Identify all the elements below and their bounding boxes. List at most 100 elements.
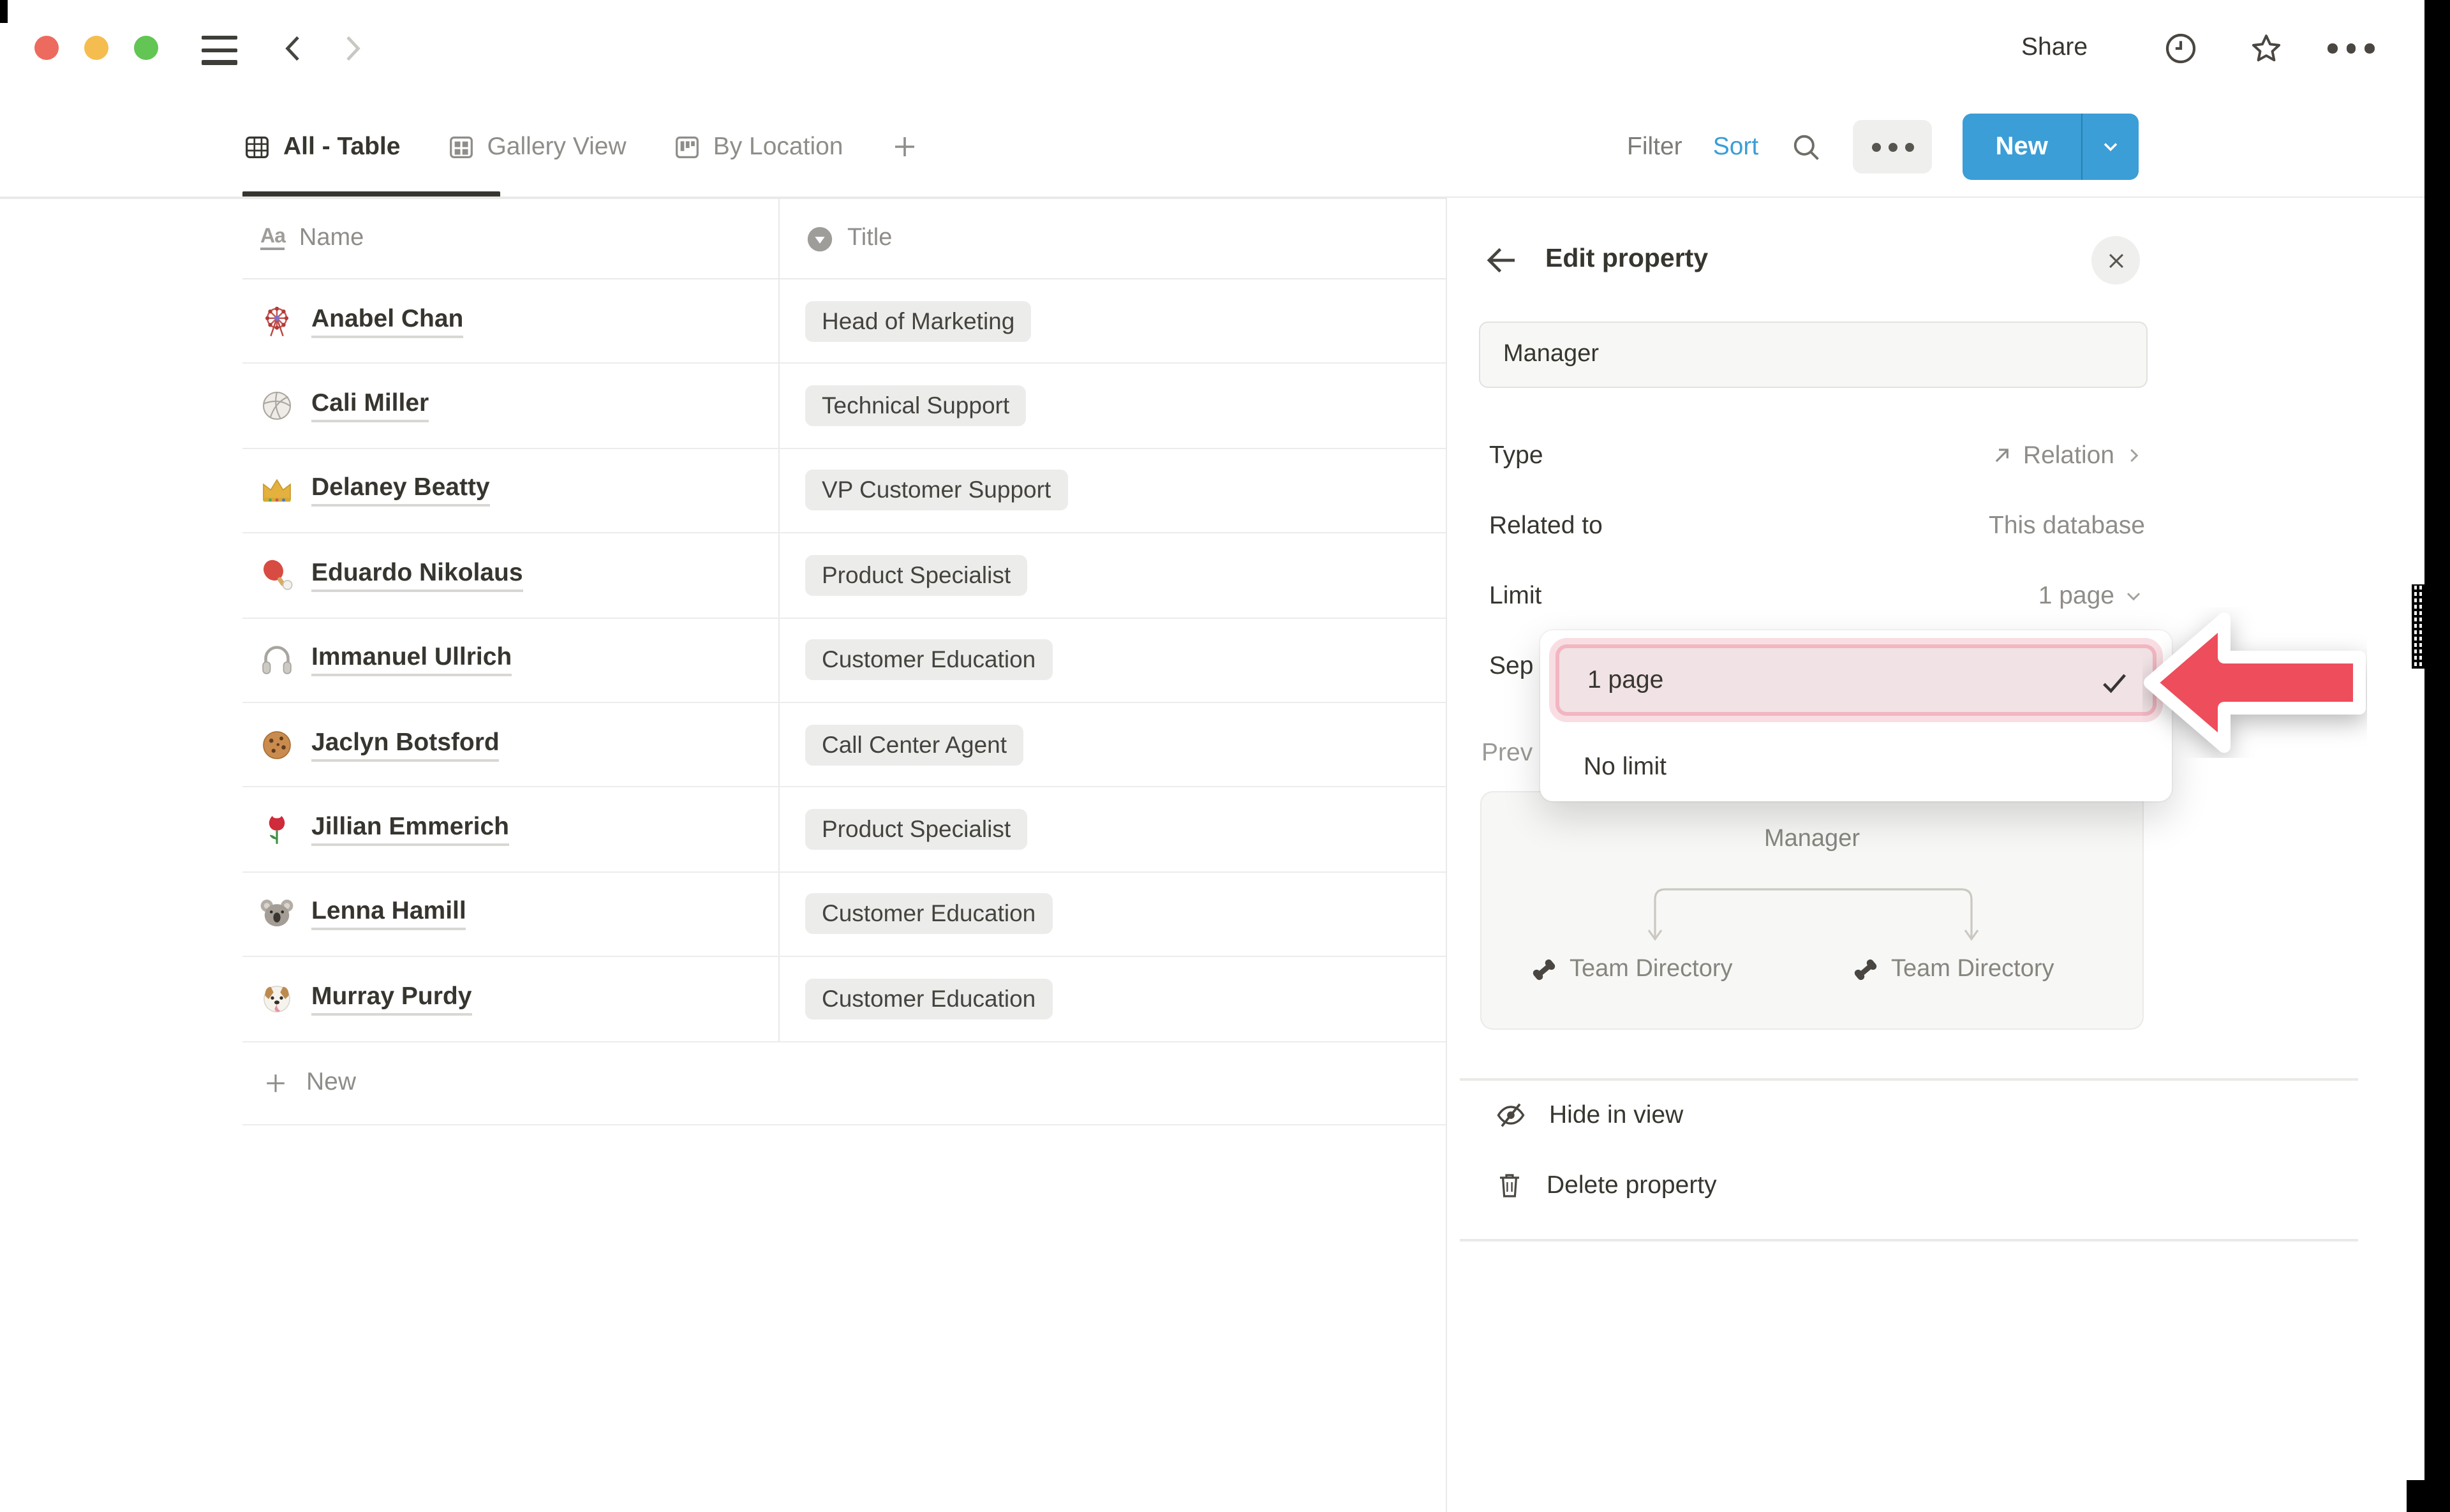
favorite-star-icon[interactable]	[2248, 31, 2284, 66]
panel-back-arrow-icon[interactable]	[1483, 241, 1521, 279]
tab-by-location[interactable]: By Location	[672, 132, 843, 161]
preview-child-left: Team Directory	[1530, 956, 1733, 984]
table-header-row: Aa Name Title	[242, 199, 1446, 279]
type-value[interactable]: Relation	[1990, 441, 2145, 470]
table-row: Delaney Beatty VP Customer Support	[242, 449, 1446, 534]
title-cell[interactable]: Product Specialist	[780, 533, 1446, 617]
title-cell[interactable]: VP Customer Support	[780, 449, 1446, 533]
add-view-plus-icon[interactable]	[889, 131, 920, 162]
new-dropdown-chevron-icon[interactable]	[2082, 114, 2139, 180]
option-1-page[interactable]: 1 page	[1555, 644, 2157, 716]
search-icon[interactable]	[1789, 130, 1822, 163]
screenshot-corner-artifact	[0, 0, 8, 23]
title-tag: VP Customer Support	[805, 470, 1067, 511]
trash-icon	[1494, 1170, 1525, 1201]
panel-title: Edit property	[1545, 244, 1708, 274]
title-tag: Product Specialist	[805, 809, 1027, 850]
title-cell[interactable]: Customer Education	[780, 872, 1446, 956]
panel-divider	[1460, 1078, 2358, 1080]
more-options-icon[interactable]	[2328, 43, 2374, 53]
name-cell[interactable]: Lenna Hamill	[242, 872, 780, 956]
title-tag: Customer Education	[805, 979, 1052, 1019]
limit-dropdown-menu: 1 page No limit	[1540, 630, 2172, 801]
table-row: Murray Purdy Customer Education	[242, 957, 1446, 1042]
screenshot-edge-artifact	[2407, 1480, 2450, 1512]
dog-icon	[259, 981, 295, 1017]
delete-property-button[interactable]: Delete property	[1494, 1157, 2158, 1213]
updates-clock-icon[interactable]	[2163, 31, 2199, 66]
cookie-icon	[259, 727, 295, 762]
tab-all-table[interactable]: All - Table	[242, 132, 400, 161]
checkmark-icon	[2098, 666, 2131, 699]
koala-icon	[259, 896, 295, 932]
edit-property-panel: Edit property Type Relation Related to T…	[1446, 198, 2450, 1512]
title-cell[interactable]: Customer Education	[780, 957, 1446, 1041]
sidebar-menu-icon[interactable]	[202, 36, 237, 72]
hide-in-view-button[interactable]: Hide in view	[1494, 1087, 2158, 1143]
title-tag: Head of Marketing	[805, 300, 1031, 341]
name-cell[interactable]: Murray Purdy	[242, 957, 780, 1041]
window-controls	[34, 36, 158, 60]
board-view-icon	[672, 132, 702, 161]
share-button[interactable]: Share	[2021, 33, 2088, 63]
title-cell[interactable]: Technical Support	[780, 364, 1446, 448]
zoom-window-button[interactable]	[134, 36, 158, 60]
field-row-type: Type Relation	[1489, 427, 2145, 484]
phone-icon	[1852, 956, 1880, 984]
relation-arrow-icon	[1990, 443, 2016, 468]
title-tag: Technical Support	[805, 385, 1026, 426]
limit-value[interactable]: 1 page	[2038, 581, 2145, 611]
option-no-limit[interactable]: No limit	[1584, 743, 1667, 791]
title-cell[interactable]: Customer Education	[780, 618, 1446, 702]
title-tag: Customer Education	[805, 894, 1052, 935]
relation-connector-lines	[1647, 874, 1979, 948]
name-cell[interactable]: Jaclyn Botsford	[242, 703, 780, 787]
filter-button[interactable]: Filter	[1627, 132, 1682, 161]
clipped-preview-label: Prev	[1481, 725, 1533, 781]
sort-button[interactable]: Sort	[1713, 132, 1759, 161]
chevron-right-icon	[2122, 444, 2145, 467]
property-name-input[interactable]	[1479, 322, 2148, 388]
eye-off-icon	[1494, 1099, 1527, 1132]
screenshot-edge-artifact	[2424, 0, 2450, 1512]
table-row: Cali Miller Technical Support	[242, 364, 1446, 449]
close-window-button[interactable]	[34, 36, 59, 60]
new-button[interactable]: New	[1963, 114, 2139, 180]
tab-gallery-view[interactable]: Gallery View	[446, 132, 626, 161]
column-header-name[interactable]: Aa Name	[242, 199, 780, 278]
view-tabs: All - Table Gallery View By Location	[242, 107, 920, 186]
title-cell[interactable]: Call Center Agent	[780, 703, 1446, 787]
back-arrow-icon[interactable]	[276, 31, 311, 66]
preview-root-label: Manager	[1481, 826, 2142, 854]
name-cell[interactable]: Cali Miller	[242, 364, 780, 448]
title-cell[interactable]: Head of Marketing	[780, 279, 1446, 363]
name-cell[interactable]: Delaney Beatty	[242, 449, 780, 533]
crown-icon	[259, 473, 295, 508]
ferris-wheel-icon	[259, 303, 295, 339]
table-row: Lenna Hamill Customer Education	[242, 872, 1446, 957]
panel-close-button[interactable]	[2091, 236, 2140, 285]
ping-pong-icon	[259, 558, 295, 593]
title-tag: Product Specialist	[805, 555, 1027, 596]
name-cell[interactable]: Immanuel Ullrich	[242, 618, 780, 702]
table-row: Eduardo Nikolaus Product Specialist	[242, 533, 1446, 618]
phone-icon	[1530, 956, 1558, 984]
select-property-icon	[805, 224, 835, 253]
title-property-icon: Aa	[260, 226, 285, 251]
column-header-title[interactable]: Title	[780, 224, 1446, 253]
title-cell[interactable]: Product Specialist	[780, 788, 1446, 871]
forward-arrow-icon[interactable]	[334, 31, 370, 66]
field-row-related-to: Related to This database	[1489, 498, 2145, 554]
database-more-button[interactable]	[1853, 120, 1932, 174]
add-new-row-button[interactable]: New	[242, 1042, 1446, 1125]
headphones-icon	[259, 642, 295, 678]
name-cell[interactable]: Anabel Chan	[242, 279, 780, 363]
table-row: Anabel Chan Head of Marketing	[242, 279, 1446, 364]
related-to-value[interactable]: This database	[1989, 511, 2145, 540]
name-cell[interactable]: Jillian Emmerich	[242, 788, 780, 871]
rose-icon	[259, 812, 295, 847]
minimize-window-button[interactable]	[84, 36, 108, 60]
close-icon	[2105, 249, 2127, 271]
name-cell[interactable]: Eduardo Nikolaus	[242, 533, 780, 617]
field-row-limit: Limit 1 page	[1489, 568, 2145, 624]
